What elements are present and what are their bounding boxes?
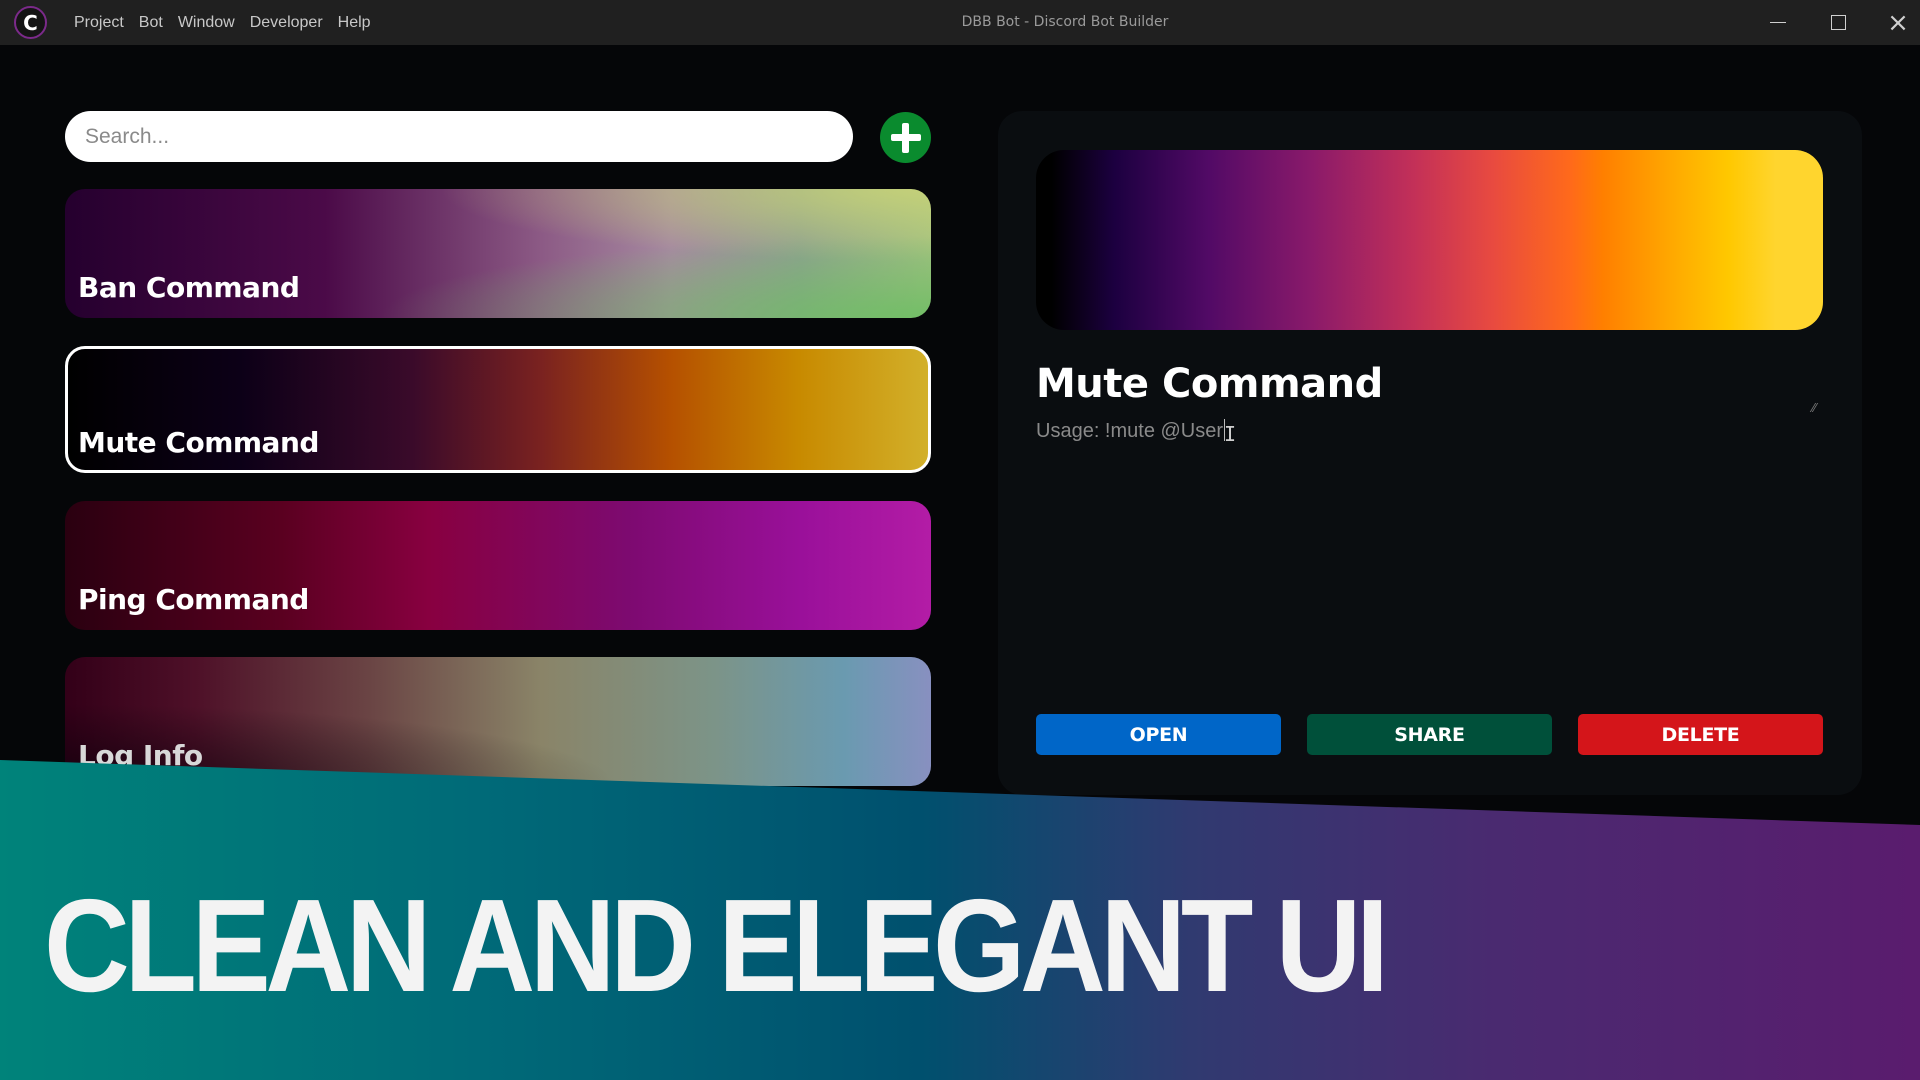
command-card-label: Ping Command	[78, 583, 309, 616]
command-description-input[interactable]: Usage: !mute @User	[1036, 419, 1823, 459]
delete-button[interactable]: DELETE	[1578, 714, 1823, 755]
title-bar: C Project Bot Window Developer Help DBB …	[0, 0, 1920, 45]
minimize-button[interactable]	[1749, 0, 1807, 45]
add-command-button[interactable]	[880, 112, 931, 163]
command-detail-panel: Mute Command ⁄⁄ Usage: !mute @User I OPE…	[998, 111, 1862, 795]
search-input[interactable]	[65, 111, 853, 162]
command-title-input[interactable]: Mute Command	[1036, 361, 1823, 421]
resize-grip-icon[interactable]: ⁄⁄	[1812, 401, 1816, 415]
app-logo-icon[interactable]: C	[14, 6, 47, 39]
command-banner	[1036, 150, 1823, 330]
command-card-label: Mute Command	[78, 426, 319, 459]
command-card-ping[interactable]: Ping Command	[65, 501, 931, 630]
menu-window[interactable]: Window	[178, 14, 244, 32]
share-button[interactable]: SHARE	[1307, 714, 1552, 755]
plus-icon	[890, 122, 921, 153]
minimize-icon	[1770, 22, 1786, 23]
menu-developer[interactable]: Developer	[250, 14, 332, 32]
menu-project[interactable]: Project	[74, 14, 133, 32]
close-icon: ×	[1887, 7, 1909, 38]
command-card-mute[interactable]: Mute Command	[65, 346, 931, 473]
maximize-icon	[1830, 15, 1846, 30]
menu-bar: Project Bot Window Developer Help	[74, 0, 386, 45]
menu-bot[interactable]: Bot	[139, 14, 172, 32]
text-cursor-icon: I	[1224, 422, 1237, 446]
promo-headline: CLEAN AND ELEGANT UI	[44, 872, 1389, 1019]
open-button[interactable]: OPEN	[1036, 714, 1281, 755]
usage-text: Usage: !mute @User	[1036, 420, 1224, 442]
close-button[interactable]: ×	[1869, 0, 1920, 45]
command-card-label: Ban Command	[78, 271, 300, 304]
maximize-button[interactable]	[1809, 0, 1867, 45]
command-card-ban[interactable]: Ban Command	[65, 189, 931, 318]
menu-help[interactable]: Help	[338, 14, 380, 32]
